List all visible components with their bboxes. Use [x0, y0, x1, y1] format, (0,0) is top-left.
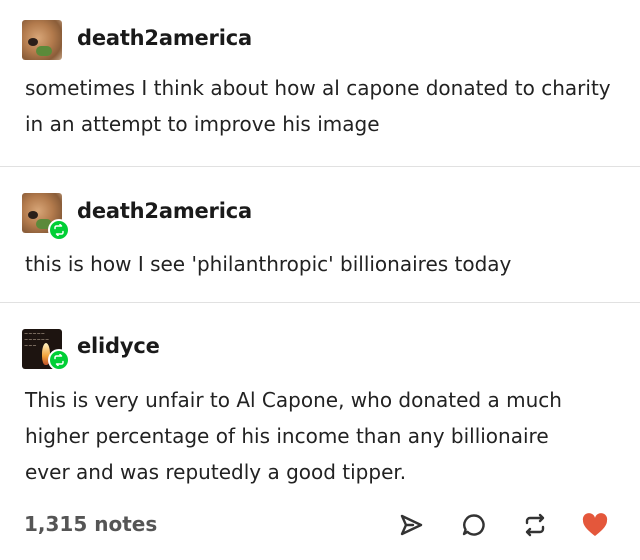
reblog-icon [54, 224, 64, 236]
reblog-button[interactable] [520, 510, 550, 540]
like-icon [582, 513, 608, 536]
post-footer: 1,315 notes [0, 504, 640, 548]
reply-button[interactable] [459, 510, 489, 540]
notes-count[interactable]: 1,315 notes [24, 512, 157, 536]
post-reblog-1: death2america this is how I see 'philant… [0, 167, 640, 302]
post-username[interactable]: death2america [77, 199, 252, 223]
share-button[interactable] [396, 510, 426, 540]
post-username[interactable]: elidyce [77, 334, 160, 358]
avatar-art-line: ~~~ [24, 343, 37, 349]
post-body: this is how I see 'philanthropic' billio… [25, 252, 512, 276]
avatar[interactable] [22, 20, 62, 60]
reblog-badge-icon [48, 349, 70, 371]
post-body: This is very unfair to Al Capone, who do… [25, 388, 562, 484]
dog-nose [28, 38, 38, 46]
post-username[interactable]: death2america [77, 26, 252, 50]
dog-nose [28, 211, 38, 219]
like-button[interactable] [580, 510, 610, 540]
reblog-icon [525, 513, 545, 537]
leaf [36, 46, 52, 56]
reply-icon [462, 514, 485, 536]
post-original: death2america sometimes I think about ho… [0, 0, 640, 166]
reblog-icon [54, 354, 64, 366]
reblog-badge-icon [48, 219, 70, 241]
post-body: sometimes I think about how al capone do… [25, 76, 611, 136]
share-icon [400, 514, 423, 536]
